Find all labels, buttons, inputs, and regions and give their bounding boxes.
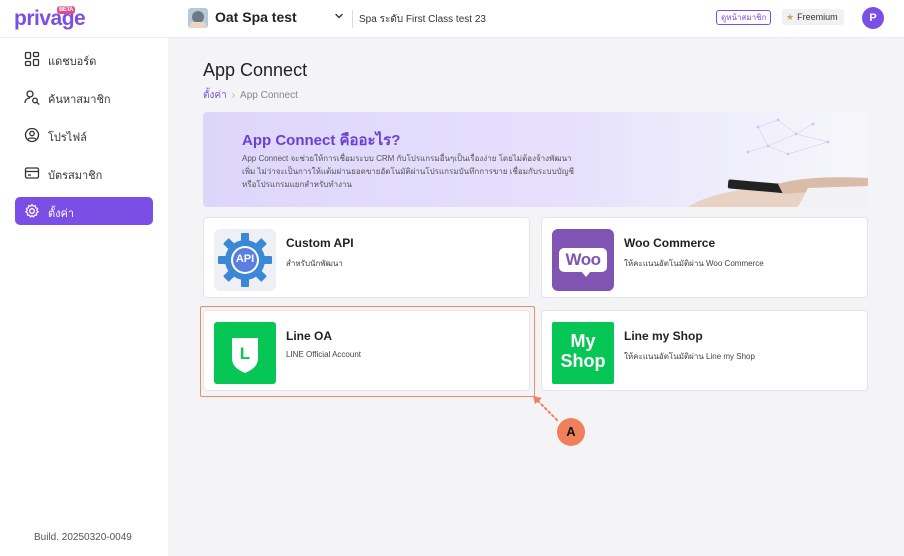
- card-title: Woo Commerce: [624, 236, 716, 250]
- build-version: Build. 20250320-0049: [34, 532, 132, 543]
- breadcrumb: ตั้งค่า › App Connect: [203, 88, 298, 103]
- store-avatar[interactable]: [188, 8, 208, 28]
- myshop-logo-text-2: Shop: [560, 351, 606, 371]
- card-subtitle: ให้คะแนนอัตโนมัติผ่าน Line my Shop: [624, 352, 755, 361]
- banner-illustration: [688, 118, 868, 207]
- header-divider: [352, 10, 353, 28]
- privage-logo[interactable]: privage BETA: [14, 6, 86, 31]
- member-card-icon: [24, 167, 40, 179]
- profile-icon: [24, 127, 40, 143]
- callout-badge: A: [557, 418, 585, 446]
- custom-api-card[interactable]: API Custom API สำหรับนักพัฒนา: [203, 217, 530, 298]
- sidebar-item-search-member[interactable]: ค้นหาสมาชิก: [15, 83, 153, 111]
- top-bar: privage BETA Oat Spa test Spa ระดับ Firs…: [0, 0, 904, 38]
- beta-badge: BETA: [57, 6, 75, 14]
- woocommerce-card[interactable]: Woo Woo Commerce ให้คะแนนอัตโนมัติผ่าน W…: [541, 217, 868, 298]
- page-title: App Connect: [203, 60, 308, 80]
- sidebar-item-label: แดชบอร์ด: [48, 56, 97, 68]
- card-subtitle: สำหรับนักพัฒนา: [286, 259, 343, 268]
- custom-api-logo: API: [214, 229, 276, 291]
- banner-title: App Connect คืออะไร?: [242, 132, 401, 149]
- plan-badge[interactable]: ★ Freemium: [782, 9, 844, 25]
- woo-bubble-tail: [581, 271, 591, 277]
- dashboard-icon: [24, 51, 40, 67]
- sidebar: แดชบอร์ด ค้นหาสมาชิก โปรไฟล์ บัตรสมาชิก: [0, 38, 168, 556]
- sidebar-item-profile[interactable]: โปรไฟล์: [15, 121, 153, 149]
- card-title: Line my Shop: [624, 329, 703, 343]
- plan-label: Freemium: [797, 12, 838, 22]
- chevron-down-icon[interactable]: [334, 11, 344, 21]
- store-name[interactable]: Oat Spa test: [215, 9, 297, 25]
- sidebar-item-dashboard[interactable]: แดชบอร์ด: [15, 45, 153, 73]
- sidebar-item-label: บัตรสมาชิก: [48, 170, 103, 182]
- banner-description: App Connect จะช่วยให้การเชื่อมระบบ CRM ก…: [242, 154, 575, 189]
- breadcrumb-settings-link[interactable]: ตั้งค่า: [203, 90, 227, 101]
- myshop-logo-text-1: My: [570, 331, 596, 351]
- line-my-shop-card[interactable]: My Shop Line my Shop ให้คะแนนอัตโนมัติผ่…: [541, 310, 868, 391]
- card-title: Custom API: [286, 236, 354, 250]
- sidebar-item-label: โปรไฟล์: [48, 132, 87, 144]
- user-avatar[interactable]: P: [862, 7, 884, 29]
- gear-icon: [25, 203, 39, 218]
- info-banner: App Connect คืออะไร? App Connect จะช่วยใ…: [203, 112, 868, 207]
- member-view-button[interactable]: ดูหน้าสมาชิก: [716, 10, 772, 25]
- card-subtitle: ให้คะแนนอัตโนมัติผ่าน Woo Commerce: [624, 259, 764, 268]
- sidebar-item-label: ตั้งค่า: [48, 208, 75, 220]
- myshop-logo: My Shop: [552, 322, 614, 384]
- branch-name: Spa ระดับ First Class test 23: [359, 14, 486, 25]
- breadcrumb-current: App Connect: [240, 90, 298, 101]
- woo-logo-text: Woo: [565, 250, 601, 269]
- search-member-icon: [24, 90, 40, 105]
- highlight-box: [200, 306, 535, 397]
- sidebar-item-settings[interactable]: ตั้งค่า: [15, 197, 153, 225]
- breadcrumb-separator-icon: ›: [231, 90, 236, 101]
- woocommerce-logo: Woo: [552, 229, 614, 291]
- sidebar-item-member-card[interactable]: บัตรสมาชิก: [15, 159, 153, 187]
- star-icon: ★: [786, 12, 795, 22]
- sidebar-item-label: ค้นหาสมาชิก: [48, 94, 111, 106]
- api-logo-text: API: [235, 253, 255, 265]
